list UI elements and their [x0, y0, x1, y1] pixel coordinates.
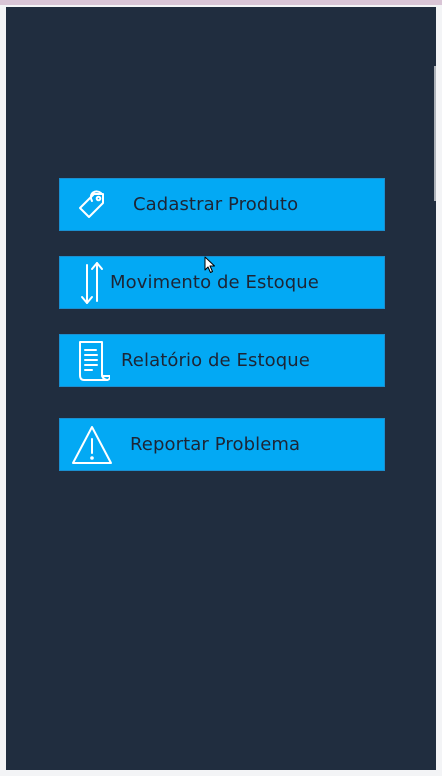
cadastrar-produto-label: Cadastrar Produto — [133, 194, 299, 215]
warning-icon — [70, 419, 114, 470]
reportar-problema-label: Reportar Problema — [130, 434, 301, 455]
relatorio-estoque-label: Relatório de Estoque — [121, 350, 310, 371]
mouse-cursor-icon — [204, 256, 215, 273]
tag-icon — [72, 179, 112, 230]
window-top-strip — [0, 0, 442, 5]
reportar-problema-button[interactable]: Reportar Problema — [59, 418, 385, 471]
movimento-estoque-button[interactable]: Movimento de Estoque — [59, 256, 385, 309]
cadastrar-produto-button[interactable]: Cadastrar Produto — [59, 178, 385, 231]
main-panel — [6, 7, 436, 770]
scroll-edge — [434, 66, 436, 201]
arrows-up-down-icon — [78, 257, 106, 308]
document-icon — [74, 335, 110, 386]
app-window: Cadastrar Produto Movimento de Estoque R… — [0, 0, 442, 776]
relatorio-estoque-button[interactable]: Relatório de Estoque — [59, 334, 385, 387]
